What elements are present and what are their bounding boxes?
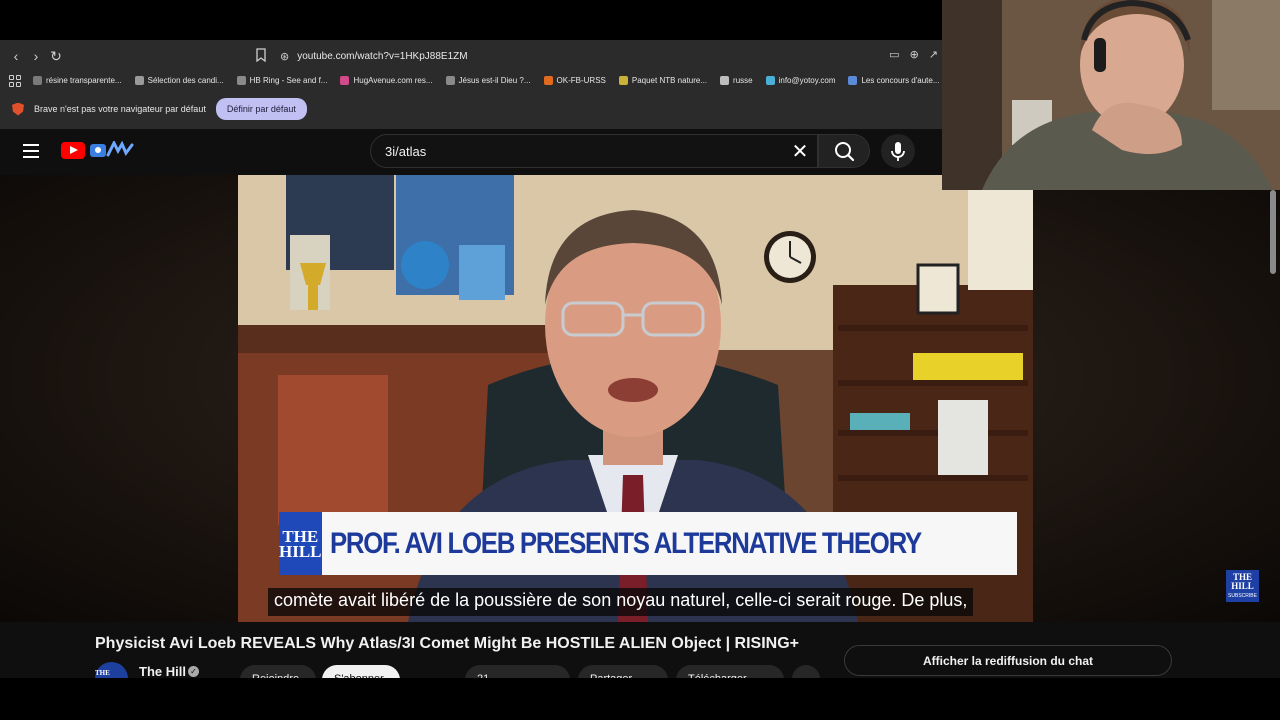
show-chat-replay-button[interactable]: Afficher la rediffusion du chat xyxy=(844,645,1172,676)
share-button[interactable]: Partager xyxy=(578,665,668,678)
the-hill-logo: THE HILL xyxy=(279,512,322,575)
menu-icon[interactable] xyxy=(23,144,39,158)
bookmark-label: HugAvenue.com res... xyxy=(353,76,433,85)
subscribe-button[interactable]: S'abonner xyxy=(322,665,400,678)
bookmark-item[interactable]: Les concours d'aute... xyxy=(848,76,940,85)
infobar-message: Brave n'est pas votre navigateur par déf… xyxy=(34,104,206,114)
bookmark-label: Les concours d'aute... xyxy=(861,76,940,85)
bookmark-label: résine transparente... xyxy=(46,76,122,85)
page-scrollbar[interactable] xyxy=(1270,190,1276,274)
like-dislike-button[interactable]: 21 xyxy=(465,665,570,678)
bookmarks-bar: résine transparente... Sélection des cand… xyxy=(0,72,942,89)
video-info-section: Physicist Avi Loeb REVEALS Why Atlas/3I … xyxy=(0,622,1280,678)
bookmark-favicon-icon xyxy=(848,76,858,85)
bookmark-favicon-icon xyxy=(134,76,144,85)
bookmark-item[interactable]: HB Ring - See and f... xyxy=(236,76,328,85)
forward-arrow-icon[interactable]: › xyxy=(26,46,46,66)
search-button[interactable] xyxy=(818,134,870,168)
bookmark-favicon-icon xyxy=(543,76,553,85)
bookmark-item[interactable]: HugAvenue.com res... xyxy=(340,76,433,85)
bookmark-item[interactable]: OK-FB-URSS xyxy=(543,76,606,85)
bookmark-label: info@yotoy.com xyxy=(778,76,836,85)
bookmark-label: Sélection des candi... xyxy=(147,76,224,85)
lower-third-banner: THE HILL PROF. AVI LOEB PRESENTS ALTERNA… xyxy=(279,512,1017,575)
bookmark-item[interactable]: Jésus est-il Dieu ?... xyxy=(445,76,531,85)
cast-icon[interactable]: ▭ xyxy=(889,48,899,61)
video-subtitle: comète avait libéré de la poussière de s… xyxy=(268,588,974,616)
lower-third-headline: PROF. AVI LOEB PRESENTS ALTERNATIVE THEO… xyxy=(329,526,922,560)
youtube-logo[interactable] xyxy=(61,142,85,159)
share-icon[interactable]: ↗ xyxy=(929,48,938,61)
brave-lion-icon xyxy=(12,102,24,116)
bookmark-favicon-icon xyxy=(765,76,775,85)
bookmark-label: Paquet NTB nature... xyxy=(631,76,708,85)
youtube-doodle-logo[interactable] xyxy=(90,141,136,159)
bookmark-icon[interactable] xyxy=(256,48,270,64)
search-box[interactable]: 3i/atlas ✕ xyxy=(370,134,818,168)
reload-icon[interactable]: ↻ xyxy=(46,46,66,66)
clear-search-icon[interactable]: ✕ xyxy=(789,141,811,163)
default-browser-infobar: Brave n'est pas votre navigateur par déf… xyxy=(0,89,942,129)
join-button[interactable]: Rejoindre xyxy=(240,665,316,678)
download-button[interactable]: Télécharger xyxy=(676,665,784,678)
bookmark-item[interactable]: Paquet NTB nature... xyxy=(618,76,708,85)
apps-grid-icon[interactable] xyxy=(9,74,21,87)
bookmark-favicon-icon xyxy=(720,76,730,85)
bookmark-favicon-icon xyxy=(340,76,350,85)
bookmark-label: OK-FB-URSS xyxy=(556,76,606,85)
bookmark-favicon-icon xyxy=(33,76,42,85)
bookmark-label: HB Ring - See and f... xyxy=(249,76,328,85)
bookmark-item[interactable]: résine transparente... xyxy=(33,76,122,85)
webcam-overlay xyxy=(942,0,1280,190)
microphone-icon xyxy=(891,142,905,161)
bookmark-favicon-icon xyxy=(445,76,455,85)
bookmark-favicon-icon xyxy=(618,76,628,85)
video-title: Physicist Avi Loeb REVEALS Why Atlas/3I … xyxy=(95,635,799,652)
channel-watermark[interactable]: THE HILL SUBSCRIBE xyxy=(1226,570,1259,602)
more-actions-button[interactable] xyxy=(792,665,820,678)
screen-bottom-bar xyxy=(0,678,1280,720)
set-default-button[interactable]: Définir par défaut xyxy=(215,98,307,120)
search-input[interactable]: 3i/atlas xyxy=(385,144,426,159)
back-arrow-icon[interactable]: ‹ xyxy=(6,46,26,66)
bookmark-label: Jésus est-il Dieu ?... xyxy=(458,76,531,85)
site-settings-icon[interactable]: ⊛ xyxy=(280,50,289,63)
verified-badge-icon: ✓ xyxy=(188,666,199,677)
zoom-icon[interactable]: ⊕ xyxy=(910,48,919,61)
browser-address-bar: ‹ › ↻ ⊛ youtube.com/watch?v=1HKpJ88E1ZM … xyxy=(0,40,942,72)
bookmark-item[interactable]: russe xyxy=(720,76,753,85)
search-icon xyxy=(835,142,855,162)
channel-name[interactable]: The Hill xyxy=(139,664,186,678)
bookmark-item[interactable]: Sélection des candi... xyxy=(134,76,224,85)
voice-search-button[interactable] xyxy=(881,134,915,168)
lower-third-text-box: PROF. AVI LOEB PRESENTS ALTERNATIVE THEO… xyxy=(321,512,1017,575)
url-text[interactable]: youtube.com/watch?v=1HKpJ88E1ZM xyxy=(297,51,467,62)
bookmark-label: russe xyxy=(733,76,753,85)
webcam-image xyxy=(942,0,1280,190)
channel-avatar[interactable]: THE HILL xyxy=(95,662,128,678)
bookmark-favicon-icon xyxy=(236,76,246,85)
bookmark-item[interactable]: info@yotoy.com xyxy=(765,76,836,85)
